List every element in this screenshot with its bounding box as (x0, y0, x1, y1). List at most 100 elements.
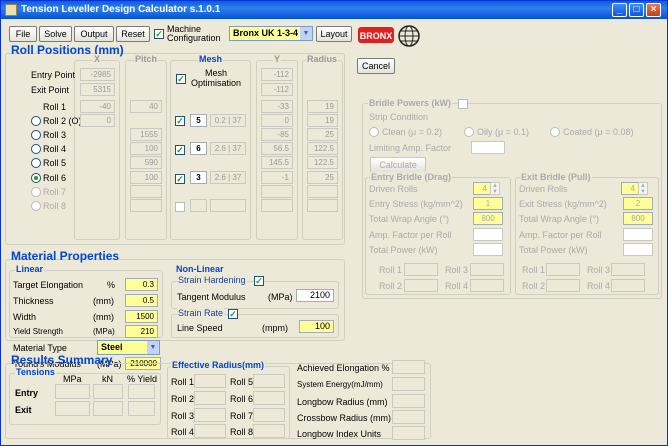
entry-roll3-value[interactable] (470, 263, 504, 276)
roll-8-mesh[interactable] (190, 199, 207, 212)
coated-radio[interactable] (550, 127, 560, 137)
exit-kn[interactable] (93, 401, 123, 416)
roll-1-pitch[interactable]: 40 (130, 100, 162, 113)
longbow-radius-value[interactable] (392, 394, 425, 408)
exit-driven-spinner[interactable]: ▲ ▼ (638, 182, 648, 195)
crossbow-radius-value[interactable] (392, 410, 425, 424)
longbow-index-value[interactable] (392, 426, 425, 440)
roll-8-pitch[interactable] (130, 199, 162, 212)
eff-roll5-value[interactable] (253, 374, 285, 388)
roll-4-y[interactable]: 56.5 (261, 142, 293, 155)
close-icon[interactable]: × (646, 3, 661, 17)
roll-8-ratio[interactable] (210, 199, 246, 212)
roll-2-x[interactable]: 0 (80, 114, 115, 127)
roll-3-radius[interactable]: 25 (307, 128, 338, 141)
entry-mpa[interactable] (55, 384, 90, 399)
roll-4-ratio[interactable]: 2.6 | 37 (210, 142, 246, 155)
roll-3-pitch[interactable]: 1555 (130, 128, 162, 141)
roll-3-y[interactable]: -85 (261, 128, 293, 141)
entry-point-x[interactable]: -2985 (80, 68, 115, 81)
roll-5-y[interactable]: 145.5 (261, 156, 293, 169)
roll-2-y[interactable]: 0 (261, 114, 293, 127)
roll-1-radius[interactable]: 19 (307, 100, 338, 113)
roll-1-y[interactable]: -33 (261, 100, 293, 113)
roll-2-mesh-checkbox[interactable]: ✓ (175, 116, 185, 126)
roll-6-radius[interactable]: 25 (307, 171, 338, 184)
clean-radio[interactable] (369, 127, 379, 137)
roll-5-pitch[interactable]: 590 (130, 156, 162, 169)
reset-button[interactable]: Reset (116, 26, 150, 42)
roll-6-pitch[interactable]: 100 (130, 171, 162, 184)
yield-input[interactable]: 210 (125, 325, 158, 338)
eff-roll3-value[interactable] (194, 408, 226, 422)
entry-roll2-value[interactable] (404, 279, 438, 292)
entry-pct-yield[interactable] (128, 384, 155, 399)
elongation-input[interactable]: 0.3 (125, 278, 158, 291)
oily-radio[interactable] (464, 127, 474, 137)
roll-4-pitch[interactable]: 100 (130, 142, 162, 155)
eff-roll4-value[interactable] (194, 424, 226, 438)
exit-mpa[interactable] (55, 401, 90, 416)
roll-4-mesh[interactable]: 6 (190, 142, 207, 155)
entry-power-input[interactable] (473, 243, 503, 256)
roll-7-pitch[interactable] (130, 185, 162, 198)
eff-roll7-value[interactable] (253, 408, 285, 422)
roll-6-mesh[interactable]: 3 (190, 171, 207, 184)
roll-7-radio[interactable] (31, 187, 41, 197)
eff-roll2-value[interactable] (194, 391, 226, 405)
system-energy-value[interactable] (392, 377, 425, 391)
roll-2-ratio[interactable]: 0.2 | 37 (210, 114, 246, 127)
roll-7-y[interactable] (261, 185, 293, 198)
calculate-button[interactable]: Calculate (370, 157, 426, 173)
exit-power-input[interactable] (623, 243, 653, 256)
entry-roll4-value[interactable] (470, 279, 504, 292)
roll-2-radius[interactable]: 19 (307, 114, 338, 127)
maximize-icon[interactable]: □ (629, 3, 644, 17)
tangent-modulus-input[interactable]: 2100 (296, 289, 334, 302)
eff-roll1-value[interactable] (194, 374, 226, 388)
exit-point-x[interactable]: 5315 (80, 83, 115, 96)
cancel-button[interactable]: Cancel (357, 58, 395, 74)
roll-6-radio[interactable] (31, 173, 41, 183)
roll-8-y[interactable] (261, 199, 293, 212)
roll-6-mesh-checkbox[interactable]: ✓ (175, 174, 185, 184)
roll-5-radio[interactable] (31, 158, 41, 168)
exit-roll2-value[interactable] (546, 279, 580, 292)
bridle-powers-checkbox[interactable] (458, 99, 468, 109)
thickness-input[interactable]: 0.5 (125, 294, 158, 307)
roll-8-mesh-checkbox[interactable] (175, 202, 185, 212)
exit-amp-input[interactable] (623, 228, 653, 241)
roll-4-mesh-checkbox[interactable]: ✓ (175, 145, 185, 155)
minimize-icon[interactable]: _ (612, 3, 627, 17)
entry-amp-input[interactable] (473, 228, 503, 241)
entry-kn[interactable] (93, 384, 123, 399)
machine-config-checkbox[interactable]: ✓ (154, 29, 164, 39)
exit-point-y[interactable]: -112 (261, 83, 293, 96)
eff-roll6-value[interactable] (253, 391, 285, 405)
roll-7-radius[interactable] (307, 185, 338, 198)
limiting-amp-input[interactable] (471, 141, 505, 154)
roll-5-radius[interactable]: 122.5 (307, 156, 338, 169)
strain-rate-checkbox[interactable]: ✓ (228, 309, 238, 319)
exit-roll1-value[interactable] (546, 263, 580, 276)
entry-point-y[interactable]: -112 (261, 68, 293, 81)
eff-roll8-value[interactable] (253, 424, 285, 438)
width-input[interactable]: 1500 (125, 310, 158, 323)
exit-wrap-input[interactable]: 800 (623, 212, 653, 225)
achieved-elongation-value[interactable] (392, 360, 425, 374)
roll-3-radio[interactable] (31, 130, 41, 140)
exit-roll4-value[interactable] (611, 279, 645, 292)
line-speed-input[interactable]: 100 (299, 320, 334, 333)
solve-button[interactable]: Solve (39, 26, 72, 42)
mesh-optimisation-checkbox[interactable]: ✓ (176, 74, 186, 84)
roll-6-ratio[interactable]: 2.6 | 37 (210, 171, 246, 184)
exit-pct-yield[interactable] (128, 401, 155, 416)
layout-button[interactable]: Layout (316, 26, 352, 42)
roll-4-radius[interactable]: 122.5 (307, 142, 338, 155)
file-button[interactable]: File (9, 26, 37, 42)
strain-hardening-checkbox[interactable]: ✓ (254, 276, 264, 286)
exit-stress-input[interactable]: 2 (623, 197, 653, 210)
roll-1-x[interactable]: -40 (80, 100, 115, 113)
roll-4-radio[interactable] (31, 144, 41, 154)
machine-config-select[interactable]: Bronx UK 1-3-4 ▼ (229, 26, 313, 41)
